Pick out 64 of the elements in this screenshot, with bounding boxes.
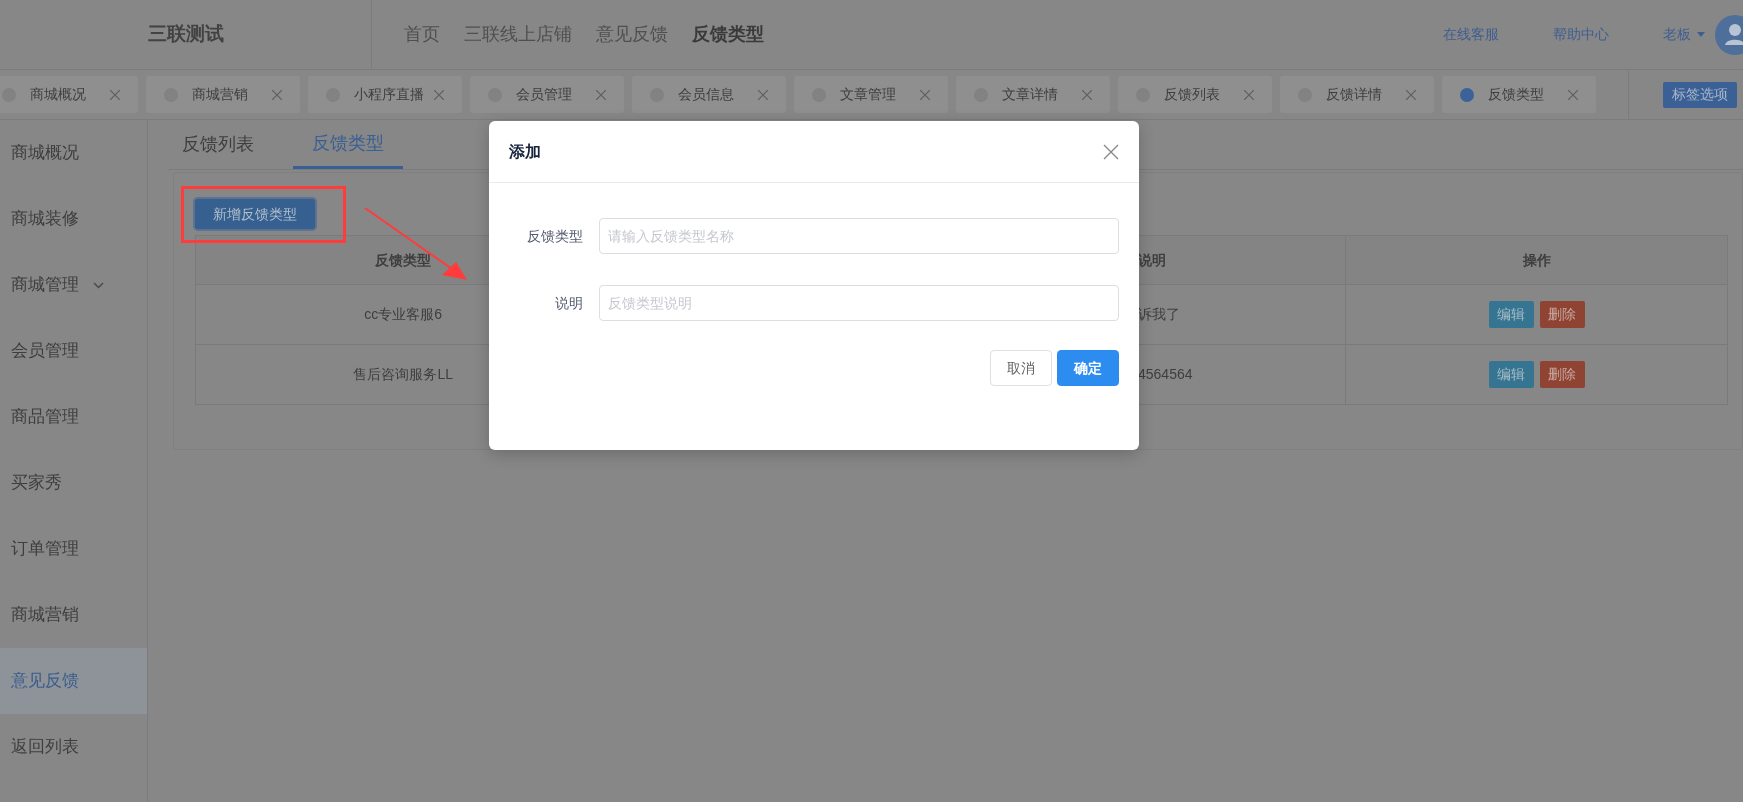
edit-button[interactable]: 编辑 xyxy=(1488,301,1534,328)
page-tab[interactable]: 反馈类型 xyxy=(1442,76,1596,113)
page-tab[interactable]: 文章详情 xyxy=(956,76,1110,113)
close-icon[interactable] xyxy=(1244,89,1254,100)
breadcrumb-link[interactable]: 三联线上店铺 xyxy=(464,21,572,48)
sidebar-item[interactable]: 商品管理 xyxy=(0,384,147,450)
table-cell: cc专业客服6 xyxy=(364,306,443,322)
table-cell: 诉我了 xyxy=(1138,306,1180,322)
sidebar-item[interactable]: 返回列表 xyxy=(0,714,147,780)
sidebar-item[interactable]: 意见反馈 xyxy=(0,648,147,714)
close-icon[interactable] xyxy=(758,89,768,100)
page-tab[interactable]: 商城营销 xyxy=(146,76,300,113)
cancel-button[interactable]: 取消 xyxy=(990,350,1052,386)
column-header: 说明 xyxy=(1138,251,1166,268)
header-link[interactable]: 帮助中心 xyxy=(1553,24,1609,45)
breadcrumb-link[interactable]: 首页 xyxy=(404,21,440,48)
sidebar-item[interactable]: 会员管理 xyxy=(0,318,147,384)
column-header: 反馈类型 xyxy=(375,251,432,268)
close-icon[interactable] xyxy=(434,89,444,100)
table-cell: 售后咨询服务LL xyxy=(353,366,454,382)
page-tab[interactable]: 小程序直播 xyxy=(308,76,462,113)
close-icon[interactable] xyxy=(1406,89,1416,100)
chevron-down-icon xyxy=(93,281,104,289)
app-title: 三联测试 xyxy=(147,22,224,47)
close-icon[interactable] xyxy=(1568,89,1578,100)
confirm-button[interactable]: 确定 xyxy=(1057,350,1119,386)
page-tab[interactable]: 文章管理 xyxy=(794,76,948,113)
header-link[interactable]: 在线客服 xyxy=(1443,24,1499,45)
sidebar-item[interactable]: 买家秀 xyxy=(0,450,147,516)
field-label: 说明 xyxy=(554,293,583,313)
content-tab[interactable]: 反馈列表 xyxy=(163,120,273,169)
breadcrumb-link[interactable]: 反馈类型 xyxy=(692,21,764,48)
page-tab[interactable]: 会员信息 xyxy=(632,76,786,113)
sidebar-item[interactable]: 商城营销 xyxy=(0,582,147,648)
page-tab[interactable]: 商城概况 xyxy=(0,76,138,113)
avatar-icon[interactable] xyxy=(1715,14,1743,55)
page-tab[interactable]: 反馈详情 xyxy=(1280,76,1434,113)
add-type-button[interactable]: 新增反馈类型 xyxy=(195,199,315,229)
close-icon[interactable] xyxy=(1103,143,1119,160)
table-cell: 4564564 xyxy=(1138,366,1193,382)
sidebar-item[interactable]: 商城概况 xyxy=(0,120,147,186)
text-field[interactable]: 反馈类型说明 xyxy=(599,285,1119,321)
close-icon[interactable] xyxy=(596,89,606,100)
sidebar-item[interactable]: 订单管理 xyxy=(0,516,147,582)
edit-button[interactable]: 编辑 xyxy=(1488,361,1534,388)
content-tab[interactable]: 反馈类型 xyxy=(293,120,403,169)
sidebar-item[interactable]: 商城装修 xyxy=(0,186,147,252)
user-menu[interactable]: 老板 xyxy=(1663,24,1705,45)
page-tab[interactable]: 反馈列表 xyxy=(1118,76,1272,113)
sidebar-item[interactable]: 商城管理 xyxy=(0,252,147,318)
tab-options-button[interactable]: 标签选项 xyxy=(1663,81,1737,108)
page-tab[interactable]: 会员管理 xyxy=(470,76,624,113)
breadcrumb-link[interactable]: 意见反馈 xyxy=(596,21,668,48)
column-header: 操作 xyxy=(1522,251,1551,268)
close-icon[interactable] xyxy=(920,89,930,100)
close-icon[interactable] xyxy=(110,89,120,100)
delete-button[interactable]: 删除 xyxy=(1539,301,1585,328)
caret-icon xyxy=(1697,32,1705,37)
close-icon[interactable] xyxy=(272,89,282,100)
field-label: 反馈类型 xyxy=(526,226,583,246)
close-icon[interactable] xyxy=(1082,89,1092,100)
dialog-title: 添加 xyxy=(509,141,541,162)
delete-button[interactable]: 删除 xyxy=(1539,361,1585,388)
text-field[interactable]: 请输入反馈类型名称 xyxy=(599,218,1119,254)
